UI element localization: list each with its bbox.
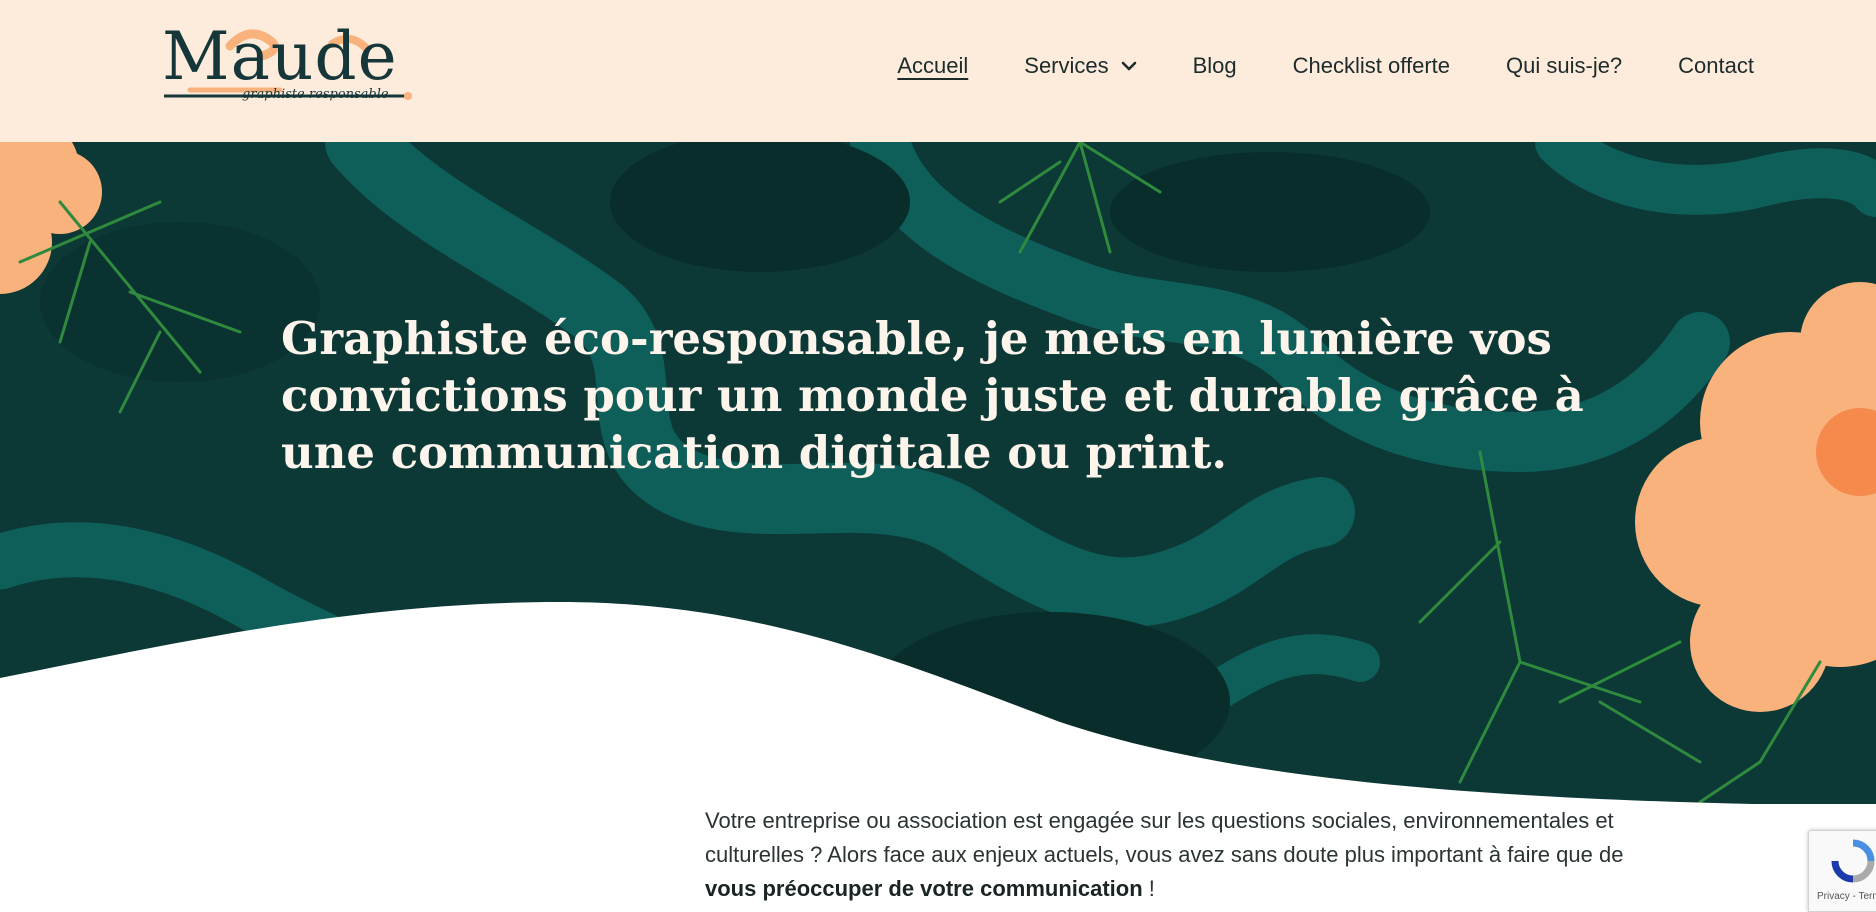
chevron-down-icon <box>1121 61 1136 71</box>
nav-item-accueil[interactable]: Accueil <box>897 53 968 79</box>
recaptcha-badge[interactable]: Privacy - Terms <box>1808 830 1876 912</box>
nav-item-checklist[interactable]: Checklist offerte <box>1293 53 1450 79</box>
intro-text-end: ! <box>1142 876 1155 901</box>
logo-wordmark: Maude <box>162 18 398 95</box>
site-header: Maude graphiste responsable Accueil Serv… <box>0 0 1876 142</box>
recaptcha-links[interactable]: Privacy - Terms <box>1817 891 1876 902</box>
nav-item-label: Contact <box>1678 53 1754 78</box>
main-nav: Accueil Services Blog Checklist offerte … <box>897 46 1754 86</box>
nav-item-blog[interactable]: Blog <box>1193 53 1237 79</box>
nav-item-contact[interactable]: Contact <box>1678 53 1754 79</box>
intro-highlight: vous préoccuper de votre communication <box>705 876 1143 901</box>
nav-item-qui-suis-je[interactable]: Qui suis-je? <box>1506 53 1622 79</box>
nav-item-label: Accueil <box>897 53 969 78</box>
nav-item-label: Qui suis-je? <box>1506 53 1623 78</box>
intro-paragraph: Votre entreprise ou association est enga… <box>705 804 1625 906</box>
hero-banner: Graphiste éco-responsable, je mets en lu… <box>0 142 1876 804</box>
nav-item-label: Blog <box>1192 53 1237 78</box>
hero-wave-divider <box>0 602 1876 804</box>
recaptcha-icon <box>1831 839 1875 883</box>
nav-item-services[interactable]: Services <box>1024 53 1136 79</box>
logo-tagline: graphiste responsable <box>242 87 389 102</box>
intro-text: Votre entreprise ou association est enga… <box>705 808 1624 867</box>
logo[interactable]: Maude graphiste responsable <box>160 18 416 108</box>
nav-item-label: Services <box>1024 53 1109 78</box>
nav-item-label: Checklist offerte <box>1292 53 1451 78</box>
